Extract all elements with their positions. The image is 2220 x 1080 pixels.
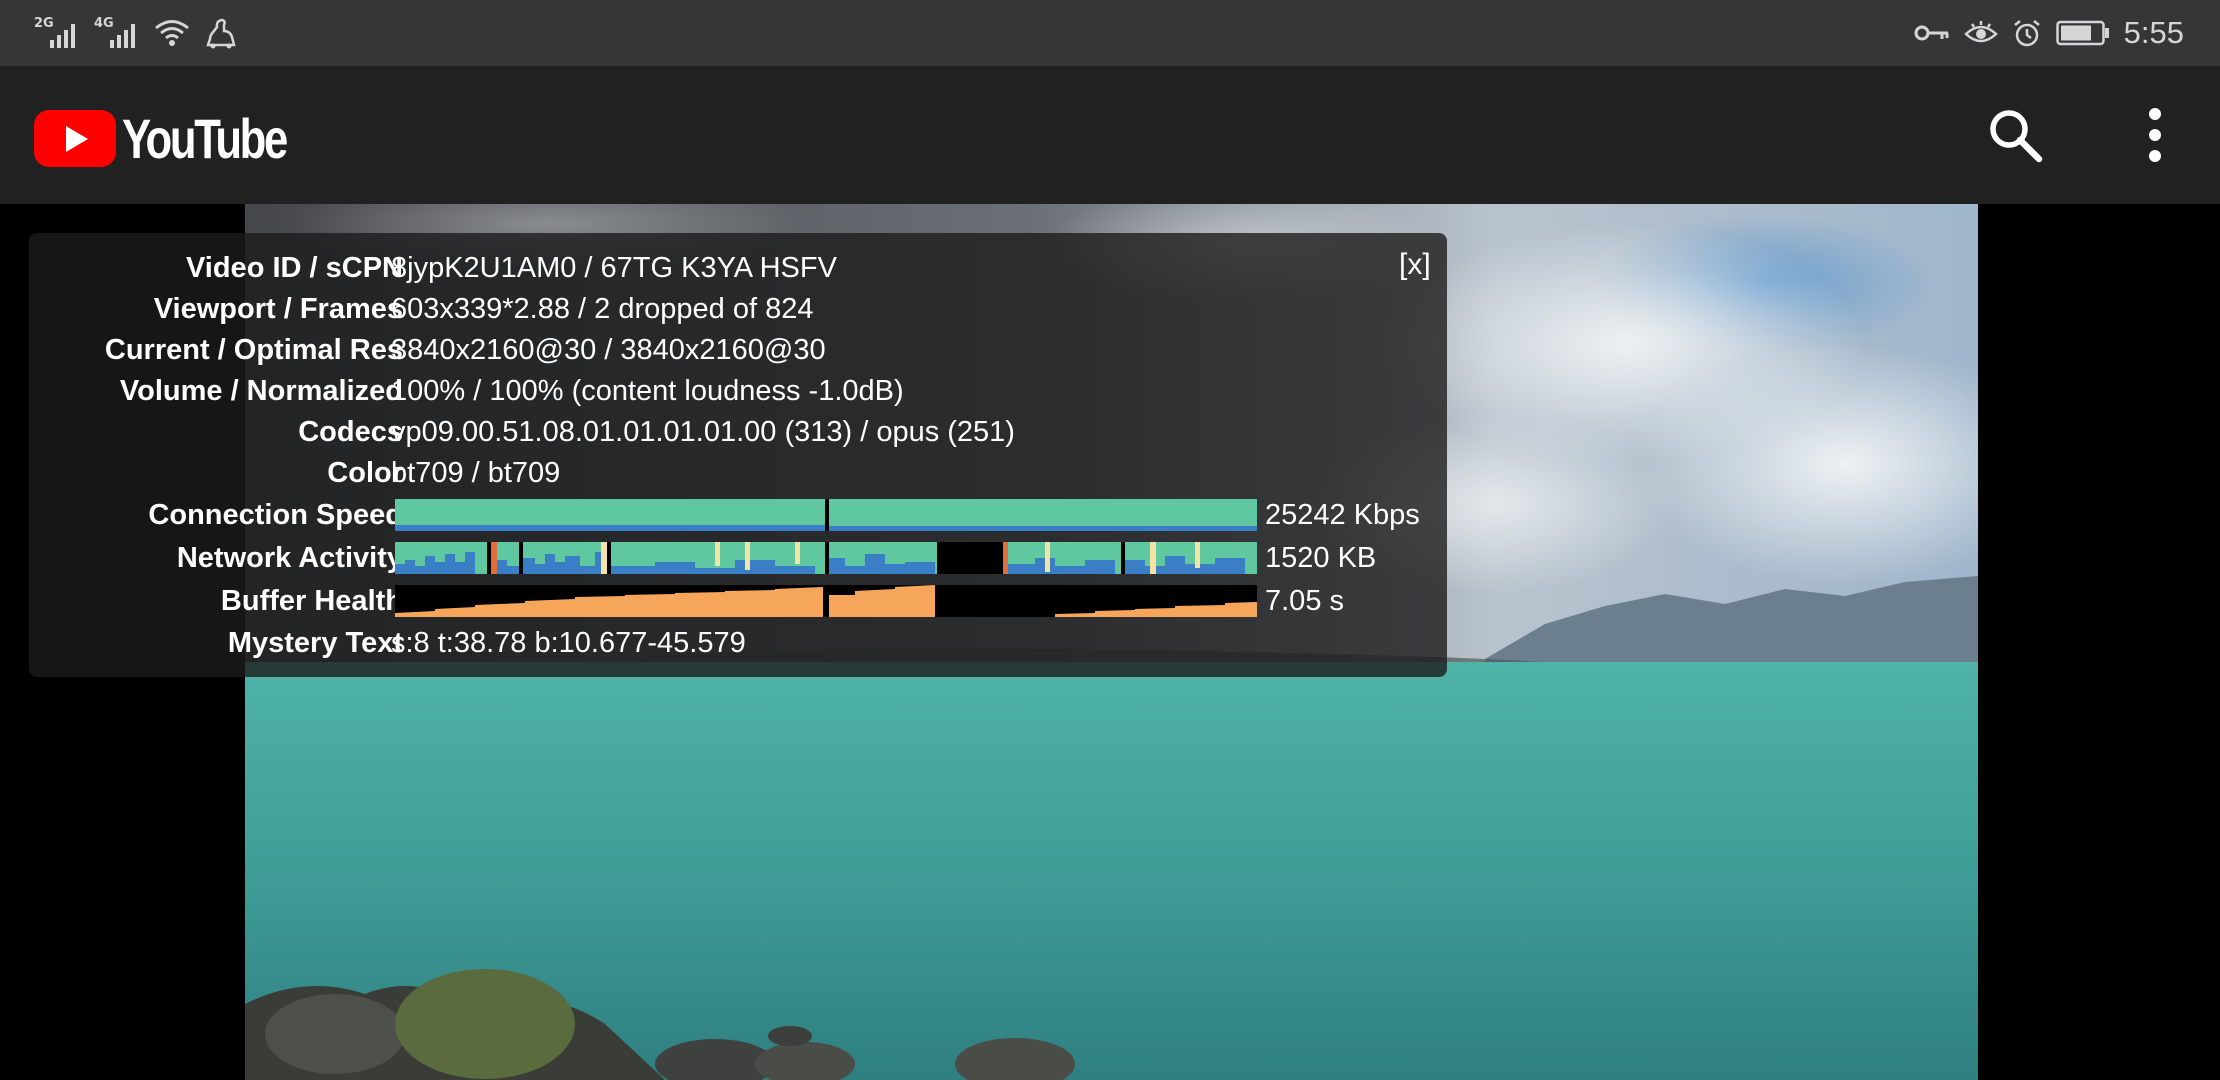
network-activity-graph <box>395 542 1257 574</box>
stat-value: 603x339*2.88 / 2 dropped of 824 <box>391 293 814 325</box>
buffer-health-value: 7.05 s <box>1265 585 1344 617</box>
stat-row-network-activity: Network Activity 1520 KB <box>29 540 1447 576</box>
signal-2g-icon: 2G <box>34 16 80 50</box>
stat-row-codecs: Codecs vp09.00.51.08.01.01.01.01.00 (313… <box>29 414 1447 450</box>
stat-value: vp09.00.51.08.01.01.01.01.00 (313) / opu… <box>391 416 1015 448</box>
stat-label: Codecs <box>298 416 403 448</box>
battery-icon <box>2055 20 2109 46</box>
connection-speed-value: 25242 Kbps <box>1265 499 1420 531</box>
stat-value: 3840x2160@30 / 3840x2160@30 <box>391 334 826 366</box>
stat-label: Mystery Text <box>227 627 403 659</box>
status-icons-right: 5:55 <box>1914 10 2184 56</box>
connection-speed-graph <box>395 499 1257 531</box>
stat-row-mystery-text: Mystery Text s:8 t:38.78 b:10.677-45.579 <box>29 625 1447 661</box>
stat-label: Video ID / sCPN <box>185 252 403 284</box>
stat-value: 8jypK2U1AM0 / 67TG K3YA HSFV <box>391 252 837 284</box>
stat-row-connection-speed: Connection Speed 25242 Kbps <box>29 497 1447 533</box>
youtube-play-logo-icon <box>34 110 116 167</box>
youtube-logo[interactable]: YouTube <box>34 106 332 171</box>
network-activity-value: 1520 KB <box>1265 542 1377 574</box>
stat-label: Viewport / Frames <box>153 293 403 325</box>
notification-icon <box>206 18 236 49</box>
stat-row-buffer-health: Buffer Health 7.05 s <box>29 583 1447 619</box>
stat-row-volume: Volume / Normalized 100% / 100% (content… <box>29 373 1447 409</box>
stat-label: Current / Optimal Res <box>104 334 403 366</box>
status-icons-left: 2G 4G <box>34 12 238 54</box>
stat-value: bt709 / bt709 <box>391 457 561 489</box>
stat-row-resolution: Current / Optimal Res 3840x2160@30 / 384… <box>29 332 1447 368</box>
stat-row-viewport: Viewport / Frames 603x339*2.88 / 2 dropp… <box>29 291 1447 327</box>
search-icon[interactable] <box>1986 106 2044 164</box>
signal-4g-icon: 4G <box>94 16 140 50</box>
stats-for-nerds-panel: [x] Video ID / sCPN 8jypK2U1AM0 / 67TG K… <box>29 233 1447 677</box>
stat-label: Network Activity <box>176 542 403 574</box>
stat-label: Buffer Health <box>220 585 403 617</box>
stat-label: Volume / Normalized <box>119 375 403 407</box>
youtube-wordmark: YouTube <box>122 107 288 170</box>
more-vert-icon[interactable] <box>2130 106 2180 164</box>
stat-row-color: Color bt709 / bt709 <box>29 455 1447 491</box>
stat-value: s:8 t:38.78 b:10.677-45.579 <box>391 627 746 659</box>
stat-label: Connection Speed <box>148 499 403 531</box>
vpn-key-icon <box>1914 25 1949 41</box>
wifi-icon <box>155 20 189 46</box>
stat-value: 100% / 100% (content loudness -1.0dB) <box>391 375 904 407</box>
clock: 5:55 <box>2123 15 2184 50</box>
eye-comfort-icon <box>1963 21 1998 43</box>
status-bar: 2G 4G 5:55 <box>0 0 2220 66</box>
alarm-icon <box>2013 20 2040 47</box>
app-bar: YouTube <box>0 66 2220 204</box>
stat-row-video-id: Video ID / sCPN 8jypK2U1AM0 / 67TG K3YA … <box>29 250 1447 286</box>
buffer-health-graph <box>395 585 1257 617</box>
